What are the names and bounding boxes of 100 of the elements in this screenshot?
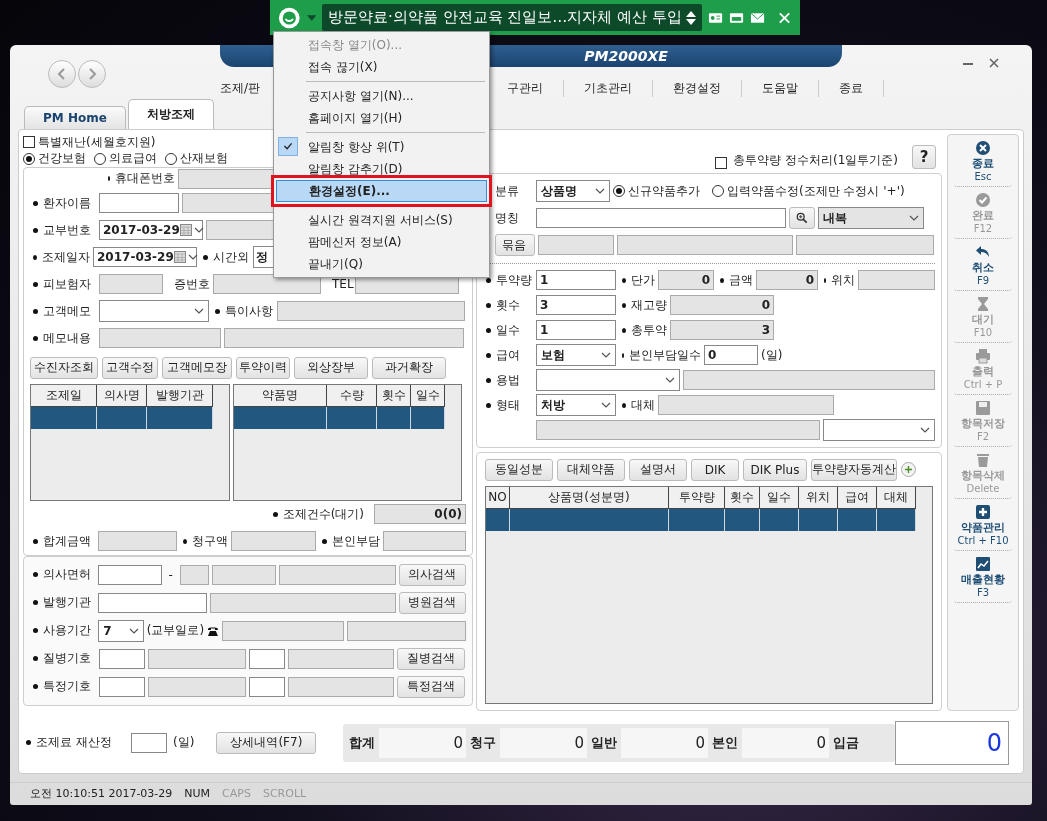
- field-label: 의사면허: [30, 566, 96, 584]
- field-label: 휴대폰번호: [105, 170, 175, 188]
- menu-item[interactable]: 홈페이지 열기(H): [276, 107, 487, 129]
- period-note: (교부일로): [146, 622, 205, 640]
- menu-item[interactable]: 알림창 항상 위(T): [276, 136, 487, 158]
- field-label: 특이사항: [212, 302, 274, 320]
- tab[interactable]: 처방조제: [127, 98, 214, 129]
- input-field[interactable]: 3: [536, 295, 616, 316]
- hospital-search-button[interactable]: 병원검색: [398, 591, 466, 614]
- column-header: 일수: [760, 486, 799, 509]
- field-label: 발행기관: [30, 594, 96, 612]
- field-label: 조제건수(대기): [269, 505, 364, 523]
- input-field[interactable]: 0: [670, 295, 774, 316]
- nav-menu-item[interactable]: 종료: [819, 80, 885, 97]
- date-field[interactable]: 2017-03-29: [93, 247, 197, 268]
- radio-label: 건강보험: [38, 150, 86, 168]
- column-header: 횟수: [377, 384, 411, 407]
- status-indicator: 오전 10:10:51 2017-03-29: [30, 786, 173, 802]
- field-label: 명칭: [495, 209, 520, 227]
- doctor-search-button[interactable]: 의사검색: [398, 563, 466, 586]
- toolbar-button[interactable]: DIK Plus: [743, 458, 807, 481]
- input-field[interactable]: 3: [670, 320, 774, 341]
- menu-item[interactable]: 알림창 감추기(D): [276, 158, 487, 180]
- dropdown[interactable]: 상품명: [536, 180, 610, 203]
- toolbar-button[interactable]: 투약량자동계산: [811, 458, 897, 481]
- field-label: 금액: [717, 271, 753, 289]
- field-label: 청구액: [180, 532, 229, 550]
- column-header: 수량: [327, 384, 377, 407]
- menu-item[interactable]: 실시간 원격지원 서비스(S): [276, 209, 487, 231]
- column-header: NO: [486, 486, 510, 509]
- field-label: 조제일자: [30, 248, 90, 266]
- disease-search-button[interactable]: 질병검색: [397, 647, 465, 670]
- radio-label: 입력약품수정(조제만 수정시 '+'): [727, 182, 905, 200]
- bundle-button[interactable]: 묶음: [495, 234, 535, 257]
- toolbar-item[interactable]: 종료 Esc: [954, 134, 1012, 187]
- input-field[interactable]: 1: [536, 320, 616, 341]
- dropdown[interactable]: 보험: [536, 344, 616, 367]
- toolbar-button[interactable]: 고객수정: [102, 356, 158, 379]
- help-button[interactable]: ?: [912, 144, 936, 169]
- tab[interactable]: PM Home: [24, 105, 126, 129]
- field-label: 재고량: [619, 296, 667, 314]
- deposit-field[interactable]: 0: [895, 720, 1009, 765]
- date-field[interactable]: 2017-03-29: [99, 220, 203, 241]
- toolbar-button[interactable]: 동일성분: [485, 458, 553, 481]
- special-search-button[interactable]: 특정검색: [397, 675, 465, 698]
- headline-ticker[interactable]: 방문약료·의약품 안전교육 진일보…지자체 예산 투입: [321, 4, 702, 31]
- count-field[interactable]: 0(0): [374, 504, 466, 525]
- input-field[interactable]: 0: [658, 270, 714, 291]
- input-field[interactable]: 1: [536, 270, 616, 291]
- menu-item[interactable]: 접속 끊기(X): [276, 56, 487, 78]
- radio-label: 의료급여: [109, 150, 157, 168]
- field-label: 본인부담: [318, 532, 381, 550]
- field-label: 급여: [483, 346, 533, 364]
- field-label: 위치: [821, 271, 855, 289]
- field-label: 형태: [483, 396, 533, 414]
- nav-menu-item[interactable]: 환경설정: [653, 80, 743, 97]
- nav-menu-item[interactable]: 기초관리: [564, 80, 654, 97]
- menu-item[interactable]: 끝내기(Q): [276, 253, 487, 275]
- input-field[interactable]: 0: [704, 345, 758, 366]
- unit-label: (일): [761, 346, 783, 364]
- toolbar-item[interactable]: 매출현황 F3: [954, 550, 1012, 603]
- nav-menu-item[interactable]: 도움말: [742, 80, 820, 97]
- toolbar-item[interactable]: 취소 F9: [954, 238, 1012, 291]
- input-field[interactable]: 0: [756, 270, 818, 291]
- total-label: 합계: [349, 733, 375, 752]
- column-header: 대체: [877, 486, 916, 509]
- column-header: 횟수: [725, 486, 760, 509]
- deposit-label: 입금: [833, 733, 859, 752]
- field-label: 시간외: [200, 248, 250, 266]
- toolbar-button[interactable]: 수진자조회: [30, 356, 98, 379]
- field-label: 대체: [619, 396, 655, 414]
- toolbar-button[interactable]: 과거확장: [372, 356, 446, 379]
- toolbar-button[interactable]: 외상장부: [294, 356, 368, 379]
- field-label: 일수: [483, 321, 533, 339]
- dropdown[interactable]: 7: [98, 619, 144, 642]
- column-header: 약품명: [234, 384, 327, 407]
- total-value: 0: [500, 727, 587, 758]
- total-label: 일반: [591, 733, 617, 752]
- dropdown[interactable]: 내복: [818, 207, 924, 230]
- toolbar-button[interactable]: 대체약품: [557, 458, 625, 481]
- toolbar-button[interactable]: 고객메모장: [162, 356, 232, 379]
- column-header: 투약량: [669, 486, 725, 509]
- dash: -: [167, 567, 174, 582]
- dropdown[interactable]: 처방: [536, 394, 616, 417]
- toolbar-item[interactable]: 약품관리 Ctrl + F10: [954, 498, 1012, 551]
- unit-label: (일): [173, 734, 195, 752]
- column-header: 위치: [799, 486, 838, 509]
- detail-button[interactable]: 상세내역(F7): [216, 731, 317, 754]
- total-label: 본인: [712, 733, 738, 752]
- menu-item[interactable]: 팜메신저 정보(A): [276, 231, 487, 253]
- field-label: 환자이름: [30, 194, 96, 212]
- toolbar-button[interactable]: 투약이력: [236, 356, 290, 379]
- column-header: 일수: [411, 384, 445, 407]
- field-label: 분류: [495, 182, 520, 200]
- toolbar-button[interactable]: 설명서: [629, 458, 687, 481]
- toolbar-button[interactable]: DIK: [691, 458, 739, 481]
- column-header: 의사명: [97, 384, 147, 407]
- column-header: 발행기관: [147, 384, 213, 407]
- total-label: 청구: [470, 733, 496, 752]
- field-label: 증번호: [166, 275, 210, 293]
